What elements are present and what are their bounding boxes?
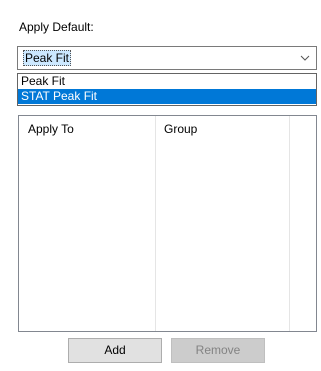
apply-to-group-list[interactable]: Apply To Group bbox=[18, 115, 317, 332]
column-header-group[interactable]: Group bbox=[155, 116, 289, 139]
apply-default-value: Peak Fit bbox=[23, 50, 72, 66]
column-divider bbox=[155, 116, 156, 331]
apply-default-dropdown-list: Peak Fit STAT Peak Fit bbox=[17, 73, 317, 106]
column-header-apply-to[interactable]: Apply To bbox=[19, 116, 155, 139]
column-divider bbox=[289, 116, 290, 331]
add-button[interactable]: Add bbox=[68, 338, 162, 363]
dropdown-option-peak-fit[interactable]: Peak Fit bbox=[18, 74, 316, 89]
dropdown-option-stat-peak-fit[interactable]: STAT Peak Fit bbox=[18, 89, 316, 104]
chevron-down-icon[interactable] bbox=[299, 52, 311, 64]
apply-default-label: Apply Default: bbox=[19, 20, 94, 34]
apply-default-combobox[interactable]: Peak Fit bbox=[17, 46, 317, 70]
list-header: Apply To Group bbox=[19, 116, 316, 139]
remove-button[interactable]: Remove bbox=[171, 338, 265, 363]
